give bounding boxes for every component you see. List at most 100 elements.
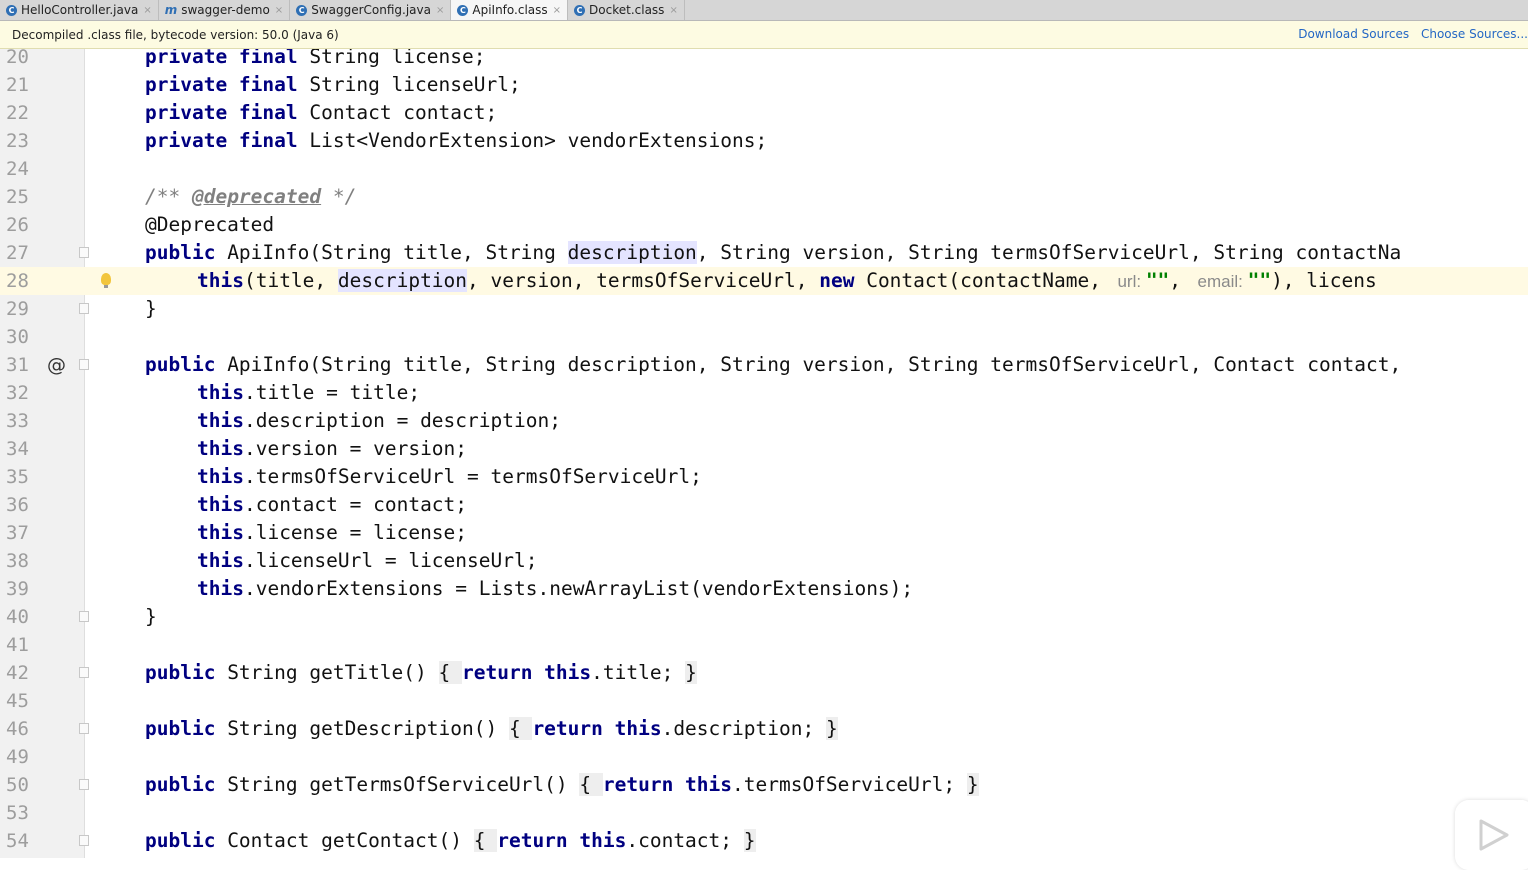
code-token: this xyxy=(197,549,244,572)
line-number: 50 xyxy=(6,774,29,796)
code-text: public String getDescription() { return … xyxy=(145,715,838,743)
line-number: 53 xyxy=(6,802,29,824)
code-token: ), licens xyxy=(1271,269,1377,292)
close-icon[interactable]: × xyxy=(436,5,444,16)
tab-swagger-demo[interactable]: m swagger-demo × xyxy=(159,0,291,20)
code-line[interactable]: 26 @Deprecated xyxy=(0,211,1528,239)
code-line[interactable]: 32 this.title = title; xyxy=(0,379,1528,407)
tab-hellocontroller-java[interactable]: C HelloController.java × xyxy=(0,0,159,20)
fold-toggle-icon[interactable] xyxy=(79,723,89,734)
code-line[interactable]: 45 xyxy=(0,687,1528,715)
code-token: Contact getContact() xyxy=(227,829,474,852)
code-token: String getTitle() xyxy=(227,661,439,684)
code-line[interactable]: 36 this.contact = contact; xyxy=(0,491,1528,519)
code-token: String getDescription() xyxy=(227,717,509,740)
override-marker-icon[interactable]: @ xyxy=(47,351,66,379)
code-line[interactable]: 25 /** @deprecated */ xyxy=(0,183,1528,211)
code-token: Contact contact; xyxy=(309,101,498,124)
code-token: public xyxy=(145,241,228,264)
line-number: 23 xyxy=(6,130,29,152)
code-token: .contact = contact; xyxy=(243,493,468,516)
code-area[interactable]: 20 private final String license; 21 private… xyxy=(0,49,1528,858)
tab-swaggerconfig-java[interactable]: C SwaggerConfig.java × xyxy=(290,0,452,20)
fold-toggle-icon[interactable] xyxy=(79,247,89,258)
code-token: { xyxy=(508,717,533,740)
code-line[interactable]: 31 @ public ApiInfo(String title, String d… xyxy=(0,351,1528,379)
code-token: public xyxy=(145,773,228,796)
code-token: , version, termsOfServiceUrl, xyxy=(467,269,820,292)
line-number: 25 xyxy=(6,186,29,208)
fold-toggle-icon[interactable] xyxy=(79,611,89,622)
code-line[interactable]: 33 this.description = description; xyxy=(0,407,1528,435)
code-line[interactable]: 21 private final String licenseUrl; xyxy=(0,71,1528,99)
close-icon[interactable]: × xyxy=(275,5,283,16)
code-token: } xyxy=(145,297,157,320)
fold-toggle-icon[interactable] xyxy=(79,835,89,846)
code-line[interactable]: 49 xyxy=(0,743,1528,771)
tab-apiinfo-class[interactable]: C ApiInfo.class × xyxy=(451,0,569,20)
code-token: { xyxy=(473,829,498,852)
code-token: return this xyxy=(462,661,592,684)
code-line[interactable]: 30 xyxy=(0,323,1528,351)
line-number: 29 xyxy=(6,298,29,320)
code-line[interactable]: 50 public String getTermsOfServiceUrl() {… xyxy=(0,771,1528,799)
fold-toggle-icon[interactable] xyxy=(79,779,89,790)
choose-sources-link[interactable]: Choose Sources... xyxy=(1421,27,1528,41)
video-play-overlay[interactable] xyxy=(1455,800,1528,870)
code-token: "" xyxy=(1145,269,1170,292)
code-line[interactable]: 22 private final Contact contact; xyxy=(0,99,1528,127)
code-line[interactable]: 23 private final List<VendorExtension> ve… xyxy=(0,127,1528,155)
code-line[interactable]: 38 this.licenseUrl = licenseUrl; xyxy=(0,547,1528,575)
code-text: public String getTitle() { return this.t… xyxy=(145,659,697,687)
code-token: List<VendorExtension> vendorExtensions; xyxy=(309,129,768,152)
code-text: this.contact = contact; xyxy=(197,491,467,519)
line-number: 49 xyxy=(6,746,29,768)
close-icon[interactable]: × xyxy=(143,5,151,16)
tab-label: Docket.class xyxy=(589,3,665,17)
code-token: Contact(contactName, xyxy=(866,269,1113,292)
code-token: private final xyxy=(145,101,310,124)
code-line[interactable]: 28 this(title, description, version, term… xyxy=(0,267,1528,295)
code-text: this.license = license; xyxy=(197,519,467,547)
tab-docket-class[interactable]: C Docket.class × xyxy=(568,0,685,20)
code-line[interactable]: 39 this.vendorExtensions = Lists.newArray… xyxy=(0,575,1528,603)
code-token: String getTermsOfServiceUrl() xyxy=(227,773,580,796)
code-line[interactable]: 54 public Contact getContact() { return t… xyxy=(0,827,1528,855)
class-icon: C xyxy=(457,4,469,16)
code-text: private final String license; xyxy=(145,49,485,71)
code-token: , xyxy=(1169,269,1193,292)
code-token: this xyxy=(197,437,244,460)
code-line[interactable]: 37 this.license = license; xyxy=(0,519,1528,547)
line-number: 27 xyxy=(6,242,29,264)
code-line[interactable]: 27 public ApiInfo(String title, String de… xyxy=(0,239,1528,267)
editor-tabs: C HelloController.java × m swagger-demo × C Swa… xyxy=(0,0,1528,21)
code-token: private final xyxy=(145,73,310,96)
fold-toggle-icon[interactable] xyxy=(79,667,89,678)
line-number: 36 xyxy=(6,494,29,516)
close-icon[interactable]: × xyxy=(669,5,677,16)
code-line[interactable]: 20 private final String license; xyxy=(0,49,1528,71)
code-token: this xyxy=(197,577,244,600)
code-editor[interactable]: 20 private final String license; 21 private… xyxy=(0,49,1528,858)
fold-toggle-icon[interactable] xyxy=(79,359,89,370)
code-line[interactable]: 34 this.version = version; xyxy=(0,435,1528,463)
code-line[interactable]: 40} xyxy=(0,603,1528,631)
code-token: .licenseUrl = licenseUrl; xyxy=(243,549,538,572)
code-line[interactable]: 46 public String getDescription() { retur… xyxy=(0,715,1528,743)
class-icon: C xyxy=(574,4,586,16)
code-line[interactable]: 24 xyxy=(0,155,1528,183)
intention-bulb-icon[interactable] xyxy=(101,273,111,288)
close-icon[interactable]: × xyxy=(553,5,561,16)
code-line[interactable]: 35 this.termsOfServiceUrl = termsOfServic… xyxy=(0,463,1528,491)
fold-toggle-icon[interactable] xyxy=(79,303,89,314)
line-number: 46 xyxy=(6,718,29,740)
code-token: this xyxy=(197,493,244,516)
code-line[interactable]: 29} xyxy=(0,295,1528,323)
code-line[interactable]: 41 xyxy=(0,631,1528,659)
code-token: description xyxy=(337,269,468,292)
code-token: email: xyxy=(1192,272,1248,291)
line-number: 42 xyxy=(6,662,29,684)
code-line[interactable]: 42 public String getTitle() { return this… xyxy=(0,659,1528,687)
code-line[interactable]: 53 xyxy=(0,799,1528,827)
download-sources-link[interactable]: Download Sources xyxy=(1298,27,1409,41)
